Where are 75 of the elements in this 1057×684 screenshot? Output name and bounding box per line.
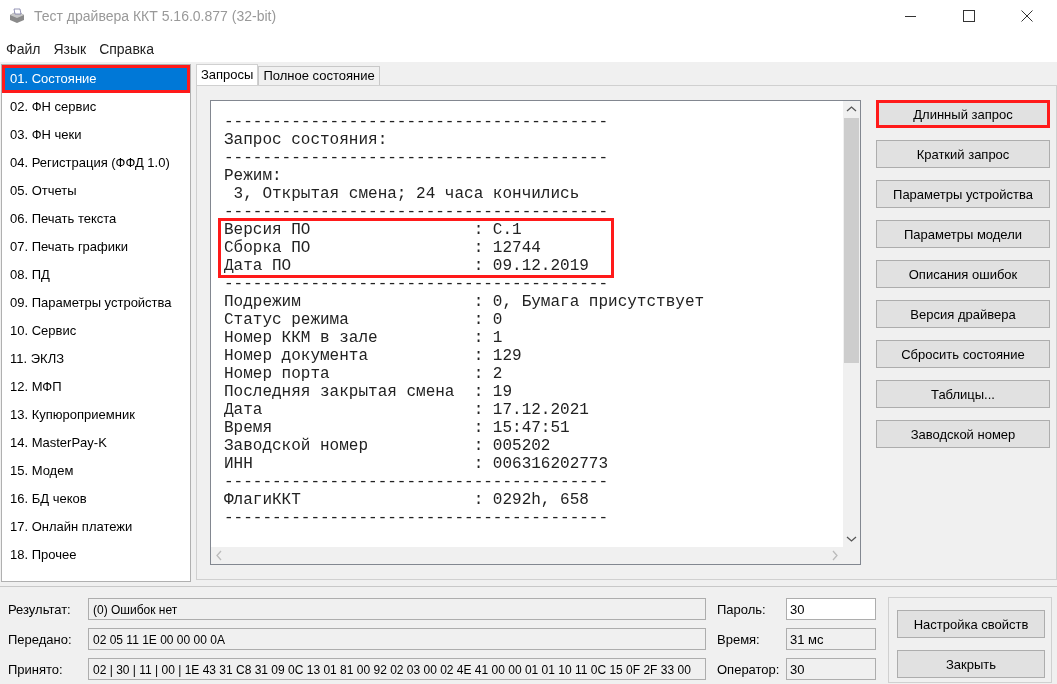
- field-label: Оператор:: [717, 661, 781, 677]
- sidebar-item[interactable]: 18. Прочее: [2, 541, 190, 569]
- output-line: ----------------------------------------: [224, 149, 609, 167]
- readonly-field: 02 | 30 | 11 | 00 | 1E 43 31 C8 31 09 0C 13 01 81 00 92 02 03 00 02 4E 41 00 00 01 01 10 11 0C 15 0F 2F 33 00: [88, 658, 706, 680]
- output-line: Номер ККМ в зале : 1: [224, 329, 503, 347]
- sidebar-item[interactable]: 03. ФН чеки: [2, 121, 190, 149]
- output-line: Сборка ПО : 12744: [224, 239, 541, 257]
- output-line: ----------------------------------------: [224, 203, 609, 221]
- sidebar-item[interactable]: 05. Отчеты: [2, 177, 190, 205]
- action-button[interactable]: Краткий запрос: [876, 140, 1050, 168]
- output-line: Запрос состояния:: [224, 131, 388, 149]
- field-label: Результат:: [8, 601, 72, 617]
- output-line: ----------------------------------------: [224, 275, 609, 293]
- output-line: Режим:: [224, 167, 282, 185]
- output-line: Статус режима : 0: [224, 311, 503, 329]
- tab[interactable]: Запросы: [196, 64, 259, 85]
- sidebar-item[interactable]: 10. Сервис: [2, 317, 190, 345]
- sidebar-item[interactable]: 17. Онлайн платежи: [2, 513, 190, 541]
- output-line: ИНН : 006316202773: [224, 455, 609, 473]
- output-line: ----------------------------------------: [224, 473, 609, 491]
- input-field[interactable]: 30: [786, 598, 876, 620]
- menu-item[interactable]: Файл: [6, 41, 41, 57]
- sidebar-item[interactable]: 02. ФН сервис: [2, 93, 190, 121]
- action-button[interactable]: Длинный запрос: [876, 100, 1050, 128]
- menu-item[interactable]: Язык: [53, 41, 87, 57]
- dialog-button[interactable]: Закрыть: [897, 650, 1045, 678]
- sidebar-item[interactable]: 04. Регистрация (ФФД 1.0): [2, 149, 190, 177]
- readonly-field: 02 05 11 1E 00 00 00 0A: [88, 628, 706, 650]
- action-button[interactable]: Версия драйвера: [876, 300, 1050, 328]
- action-button[interactable]: Описания ошибок: [876, 260, 1050, 288]
- sidebar-item[interactable]: 01. Состояние: [2, 65, 190, 93]
- readonly-field: (0) Ошибок нет: [88, 598, 706, 620]
- field-label: Принято:: [8, 661, 64, 677]
- action-button[interactable]: Сбросить состояние: [876, 340, 1050, 368]
- output-line: Номер документа : 129: [224, 347, 522, 365]
- scrollbar-thumb[interactable]: [844, 118, 859, 363]
- output-line: ----------------------------------------: [224, 509, 609, 527]
- sidebar-item[interactable]: 11. ЭКЛЗ: [2, 345, 190, 373]
- action-button[interactable]: Параметры устройства: [876, 180, 1050, 208]
- field-label: Передано:: [8, 631, 73, 647]
- sidebar-item[interactable]: 07. Печать графики: [2, 233, 190, 261]
- action-button[interactable]: Параметры модели: [876, 220, 1050, 248]
- output-line: Заводской номер : 005202: [224, 437, 551, 455]
- sidebar-item[interactable]: 16. БД чеков: [2, 485, 190, 513]
- output-line: Подрежим : 0, Бумага присутствует: [224, 293, 705, 311]
- output-line: ФлагиККТ : 0292h, 658: [224, 491, 589, 509]
- sidebar-item[interactable]: 13. Купюроприемник: [2, 401, 190, 429]
- output-line: Последняя закрытая смена : 19: [224, 383, 513, 401]
- dialog-button[interactable]: Настройка свойств: [897, 610, 1045, 638]
- sidebar-item[interactable]: 14. MasterPay-K: [2, 429, 190, 457]
- action-button[interactable]: Заводской номер: [876, 420, 1050, 448]
- sidebar-item[interactable]: 12. МФП: [2, 373, 190, 401]
- sidebar-item[interactable]: 08. ПД: [2, 261, 190, 289]
- output-line: Дата : 17.12.2021: [224, 401, 589, 419]
- sidebar-item[interactable]: 15. Модем: [2, 457, 190, 485]
- readonly-field: 31 мс: [786, 628, 876, 650]
- sidebar-item[interactable]: 09. Параметры устройства: [2, 289, 190, 317]
- readonly-field: 30: [786, 658, 876, 680]
- output-line: Время : 15:47:51: [224, 419, 570, 437]
- output-line: 3, Открытая смена; 24 часа кончились: [232, 185, 580, 203]
- output-line: Версия ПО : C.1: [224, 221, 522, 239]
- field-label: Пароль:: [717, 601, 767, 617]
- action-button[interactable]: Таблицы...: [876, 380, 1050, 408]
- tab[interactable]: Полное состояние: [258, 66, 380, 85]
- close-icon[interactable]: [1021, 10, 1033, 22]
- menu-item[interactable]: Справка: [99, 41, 155, 57]
- output-line: Дата ПО : 09.12.2019: [224, 257, 589, 275]
- window-title: Тест драйвера ККТ 5.16.0.877 (32-bit): [34, 8, 277, 24]
- field-label: Время:: [717, 631, 761, 647]
- output-line: ----------------------------------------: [224, 113, 609, 131]
- vertical-scrollbar[interactable]: [843, 101, 860, 547]
- printer-icon: [8, 8, 26, 24]
- output-line: Номер порта : 2: [224, 365, 503, 383]
- sidebar-item[interactable]: 06. Печать текста: [2, 205, 190, 233]
- maximize-icon[interactable]: [963, 10, 975, 22]
